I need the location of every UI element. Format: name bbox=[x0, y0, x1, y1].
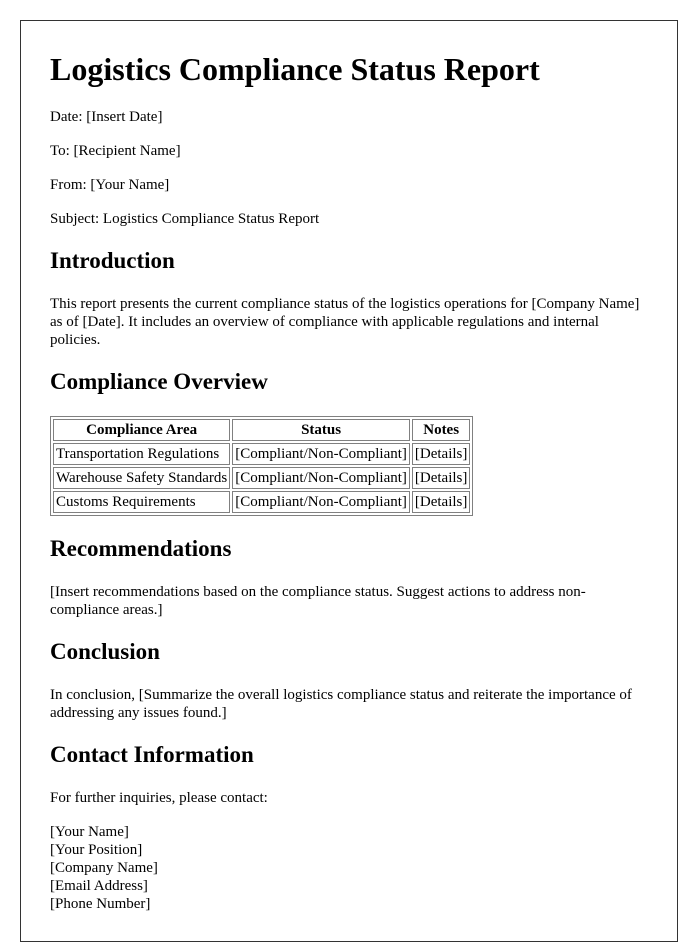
status-cell: [Compliant/Non-Compliant] bbox=[232, 443, 410, 465]
compliance-overview-heading: Compliance Overview bbox=[50, 369, 268, 394]
table-row: Customs Requirements [Compliant/Non-Comp… bbox=[53, 491, 471, 513]
compliance-area-cell: Warehouse Safety Standards bbox=[53, 467, 231, 489]
contact-name: [Your Name] bbox=[50, 824, 129, 840]
compliance-table: Compliance Area Status Notes Transportat… bbox=[50, 416, 474, 516]
notes-cell: [Details] bbox=[411, 491, 471, 513]
contact-intro: For further inquiries, please contact: bbox=[50, 790, 268, 806]
column-header: Status bbox=[232, 419, 410, 441]
table-row: Transportation Regulations [Compliant/No… bbox=[53, 443, 471, 465]
notes-cell: [Details] bbox=[411, 443, 471, 465]
status-cell: [Compliant/Non-Compliant] bbox=[232, 491, 410, 513]
contact-heading: Contact Information bbox=[50, 742, 254, 767]
from-line: From: [Your Name] bbox=[50, 177, 170, 193]
compliance-area-cell: Transportation Regulations bbox=[53, 443, 231, 465]
introduction-heading: Introduction bbox=[50, 248, 175, 273]
report-page: Logistics Compliance Status Report Date:… bbox=[20, 20, 678, 942]
date-line: Date: [Insert Date] bbox=[50, 109, 163, 125]
status-cell: [Compliant/Non-Compliant] bbox=[232, 467, 410, 489]
recommendations-text: [Insert recommendations based on the com… bbox=[50, 584, 586, 618]
contact-phone: [Phone Number] bbox=[50, 896, 151, 912]
column-header: Notes bbox=[411, 419, 471, 441]
recommendations-heading: Recommendations bbox=[50, 536, 232, 561]
notes-cell: [Details] bbox=[411, 467, 471, 489]
introduction-text: This report presents the current complia… bbox=[50, 296, 640, 348]
contact-company: [Company Name] bbox=[50, 860, 158, 876]
conclusion-heading: Conclusion bbox=[50, 639, 160, 664]
column-header: Compliance Area bbox=[53, 419, 231, 441]
compliance-area-cell: Customs Requirements bbox=[53, 491, 231, 513]
conclusion-text: In conclusion, [Summarize the overall lo… bbox=[50, 687, 632, 721]
subject-line: Subject: Logistics Compliance Status Rep… bbox=[50, 211, 320, 227]
report-title: Logistics Compliance Status Report bbox=[50, 51, 540, 87]
table-row: Warehouse Safety Standards [Compliant/No… bbox=[53, 467, 471, 489]
to-line: To: [Recipient Name] bbox=[50, 143, 181, 159]
contact-email: [Email Address] bbox=[50, 878, 148, 894]
contact-position: [Your Position] bbox=[50, 842, 143, 858]
table-header-row: Compliance Area Status Notes bbox=[53, 419, 471, 441]
